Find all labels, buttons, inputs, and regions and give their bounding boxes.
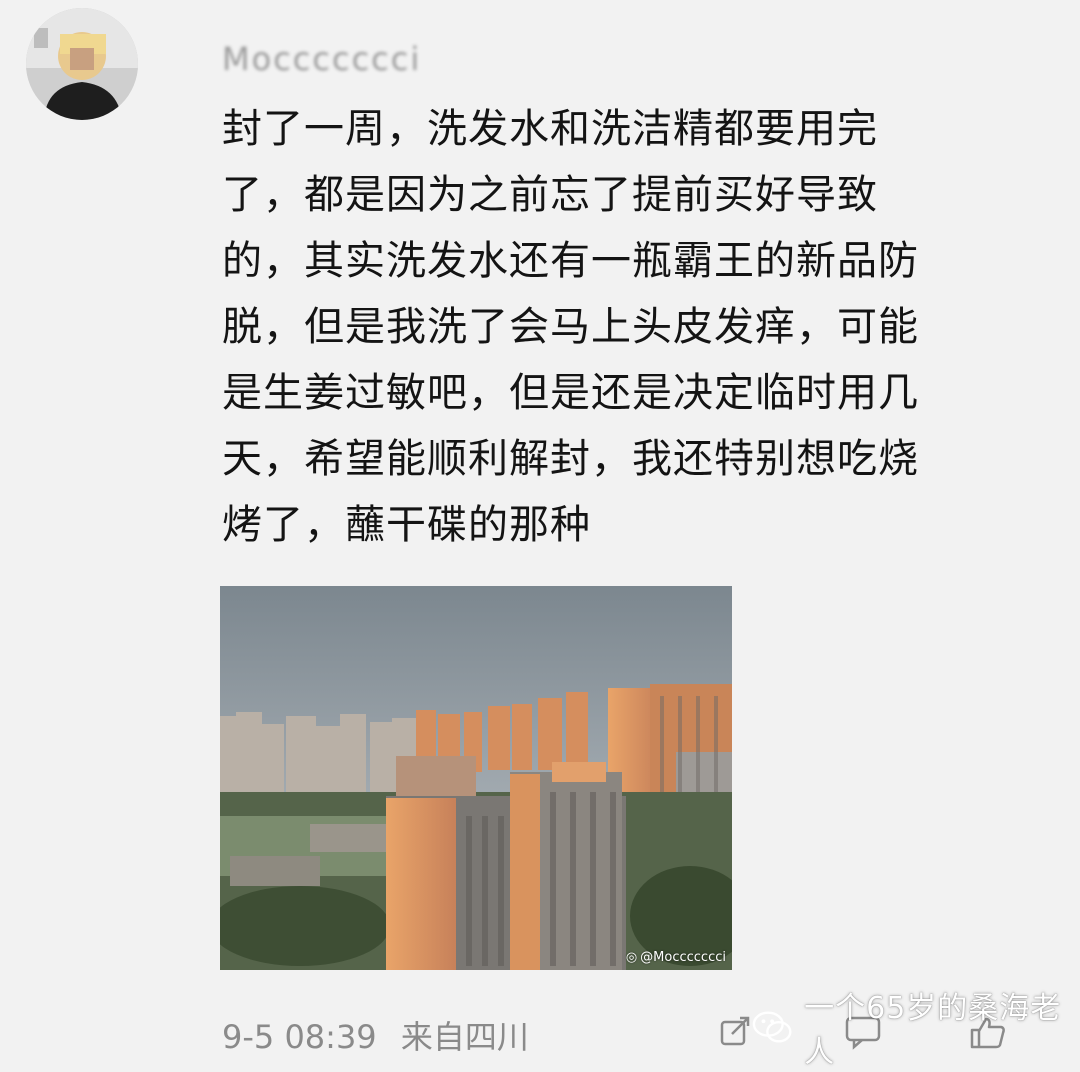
share-icon[interactable]: [718, 1014, 754, 1054]
account-watermark: 一个65岁的桑海老人: [752, 991, 1080, 1070]
username[interactable]: Moccccccci: [222, 40, 421, 78]
weibo-icon: ◎: [625, 950, 638, 965]
post-text: 封了一周，洗发水和洗洁精都要用完 了，都是因为之前忘了提前买好导致 的，其实洗发…: [222, 106, 919, 548]
photo-watermark: ◎ @Moccccccci: [626, 950, 726, 965]
post-meta: 9-5 08:39 来自四川: [222, 1012, 543, 1058]
timestamp: 9-5 08:39: [222, 1018, 377, 1056]
location-source: 来自四川: [400, 1018, 529, 1056]
post-photo[interactable]: ◎ @Moccccccci: [220, 586, 732, 970]
wechat-icon: [752, 1011, 792, 1043]
cityscape-image: [220, 586, 732, 970]
avatar[interactable]: [26, 8, 138, 120]
avatar-image: [26, 8, 138, 120]
account-name: 一个65岁的桑海老人: [804, 991, 1062, 1070]
photo-watermark-text: @Moccccccci: [640, 950, 726, 965]
